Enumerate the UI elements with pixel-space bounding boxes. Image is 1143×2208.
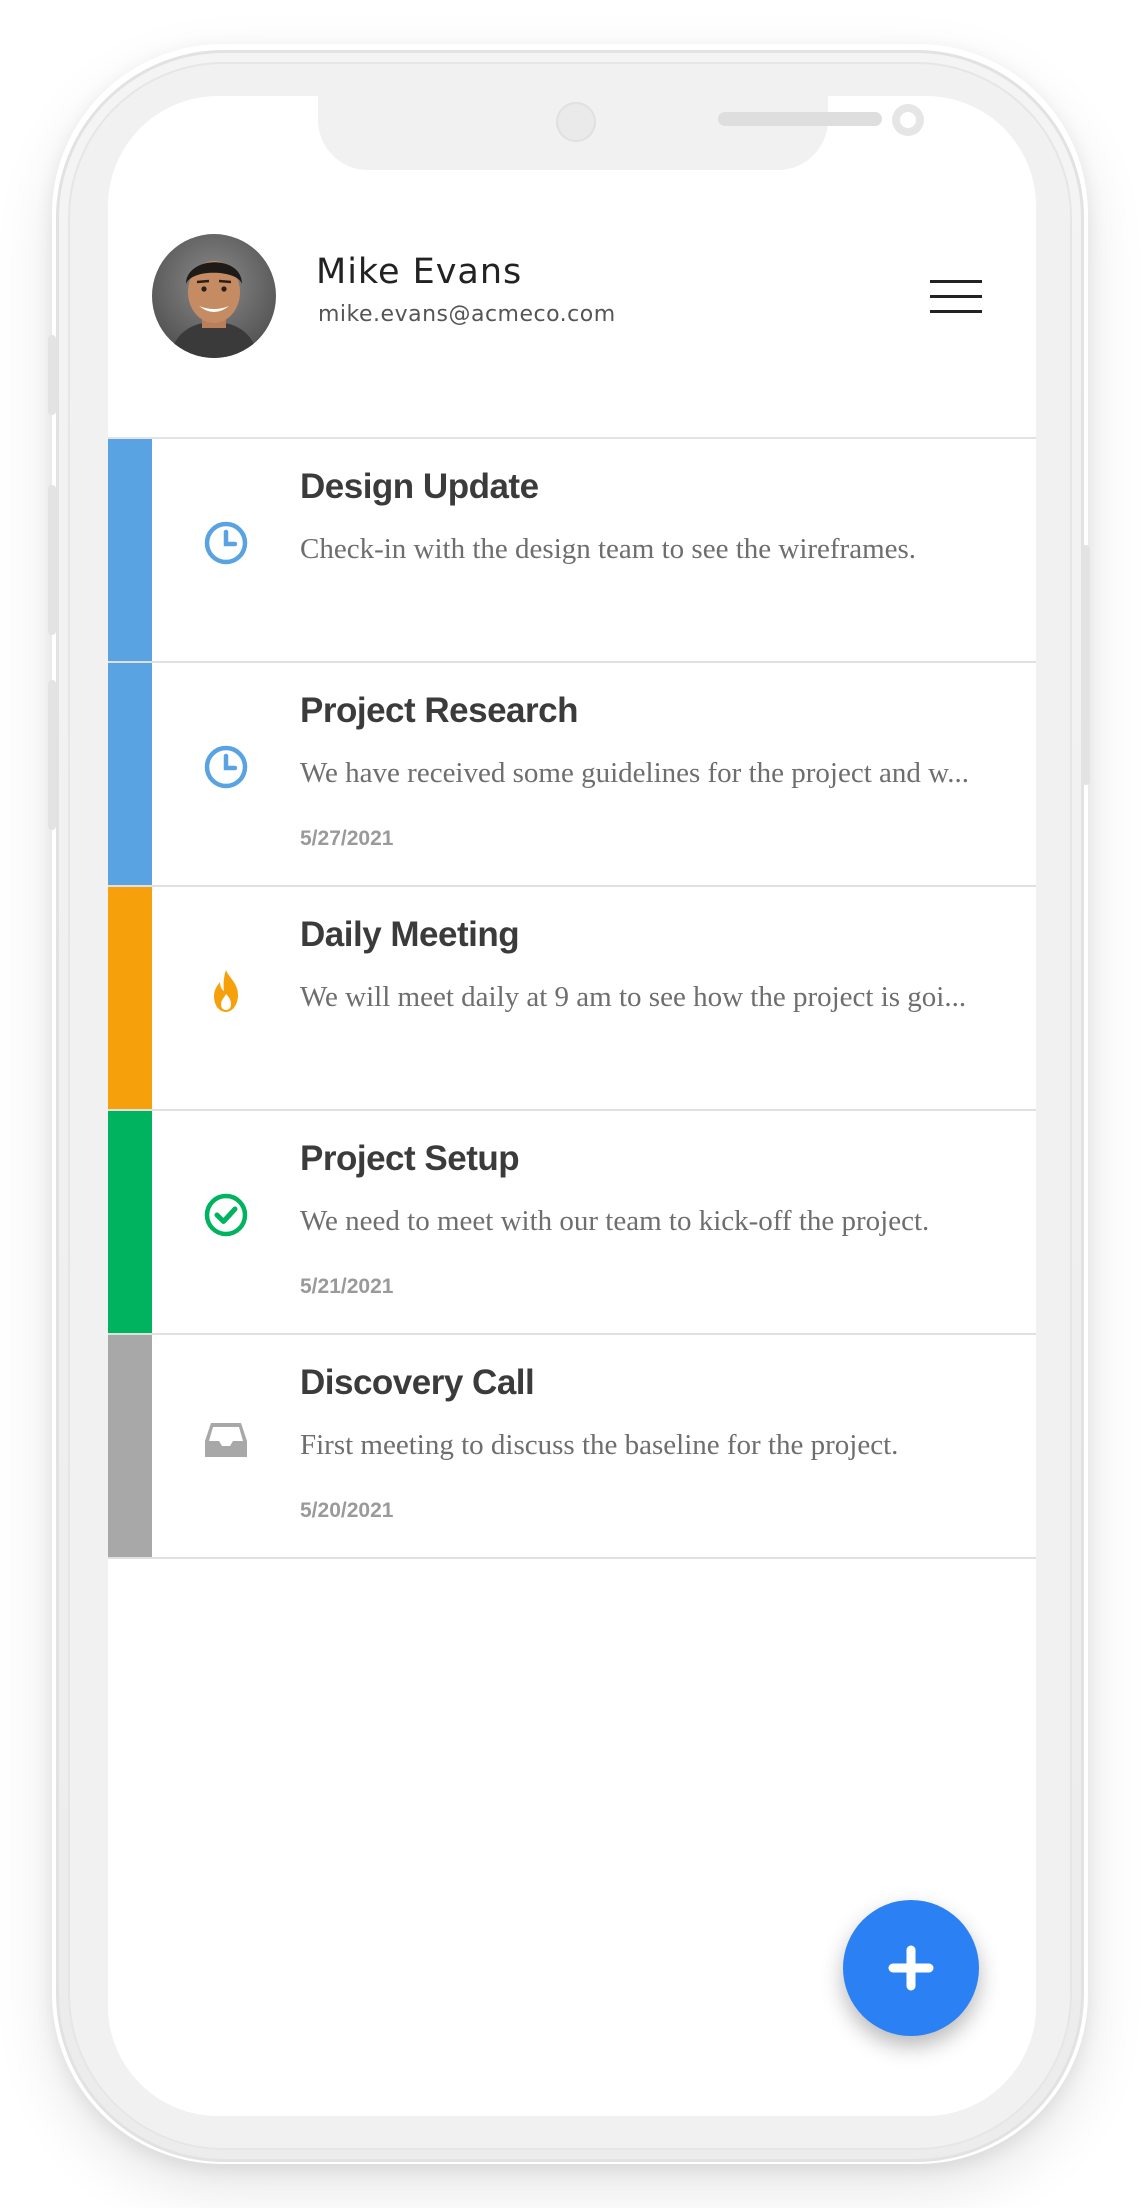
task-title: Project Setup [300,1139,520,1178]
task-item-design-update[interactable]: Design Update Check-in with the design t… [108,439,1036,663]
task-list: Design Update Check-in with the design t… [108,437,1036,1559]
app-screen: Mike Evans mike.evans@acmeco.com Design … [108,96,1036,2116]
task-accent-bar [108,1335,152,1557]
front-camera-icon [892,104,924,136]
task-item-project-research[interactable]: Project Research We have received some g… [108,663,1036,887]
task-description: Check-in with the design team to see the… [300,533,917,565]
task-date: 5/21/2021 [300,1275,394,1298]
phone-side-button [48,335,56,415]
task-date: 5/20/2021 [300,1499,394,1522]
task-title: Daily Meeting [300,915,520,954]
phone-power-button [1082,545,1090,785]
task-description: We need to meet with our team to kick-of… [300,1205,930,1237]
add-task-button[interactable] [843,1900,979,2036]
inbox-icon [202,1415,250,1463]
phone-volume-down-button [48,680,56,830]
phone-notch [318,96,924,170]
task-accent-bar [108,887,152,1109]
speaker-grille [718,112,882,126]
clock-icon [202,519,250,567]
fire-icon [202,967,250,1015]
clock-icon [202,743,250,791]
task-accent-bar [108,439,152,661]
task-accent-bar [108,1111,152,1333]
task-item-discovery-call[interactable]: Discovery Call First meeting to discuss … [108,1335,1036,1559]
sensor-icon [556,102,596,142]
hamburger-menu-icon[interactable] [930,280,982,314]
phone-volume-up-button [48,485,56,635]
task-title: Project Research [300,691,578,730]
user-name: Mike Evans [316,252,523,292]
task-description: First meeting to discuss the baseline fo… [300,1429,899,1461]
task-description: We have received some guidelines for the… [300,757,969,789]
task-accent-bar [108,663,152,885]
task-title: Discovery Call [300,1363,535,1402]
task-description: We will meet daily at 9 am to see how th… [300,981,967,1013]
check-circle-icon [202,1191,250,1239]
task-title: Design Update [300,467,539,506]
task-item-daily-meeting[interactable]: Daily Meeting We will meet daily at 9 am… [108,887,1036,1111]
plus-icon [888,1945,934,1991]
task-date: 5/27/2021 [300,827,394,850]
user-email: mike.evans@acmeco.com [318,302,616,327]
task-item-project-setup[interactable]: Project Setup We need to meet with our t… [108,1111,1036,1335]
avatar[interactable] [152,234,276,358]
